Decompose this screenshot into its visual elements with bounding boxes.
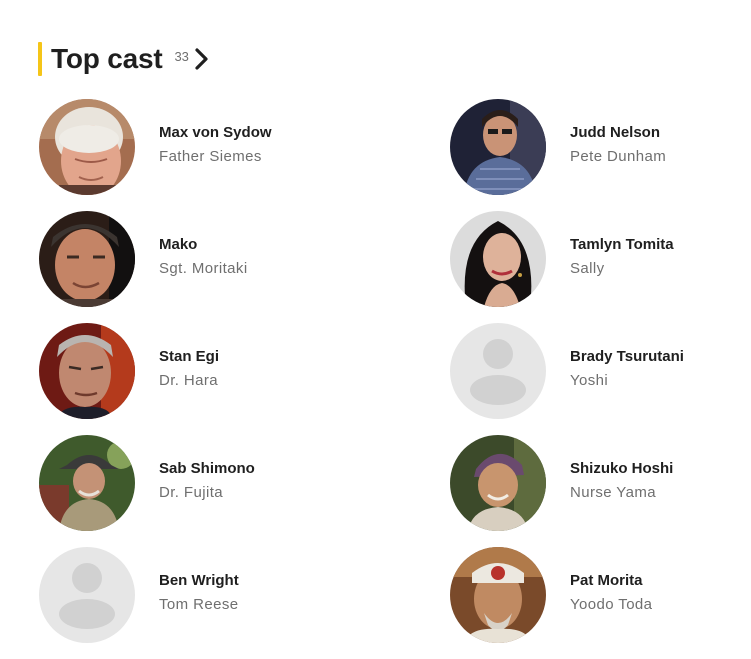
cast-card: Mako Sgt. Moritaki [39,211,450,307]
cast-grid: Max von Sydow Father Siemes Judd Nelson … [39,99,729,659]
section-title[interactable]: Top cast [51,42,163,76]
character-name[interactable]: Yoshi [570,371,684,391]
character-name[interactable]: Father Siemes [159,147,272,167]
cast-photo-tamlyn-tomita[interactable] [450,211,546,307]
actor-name[interactable]: Stan Egi [159,347,219,367]
cast-card: Pat Morita Yoodo Toda [450,547,729,643]
character-name[interactable]: Sgt. Moritaki [159,259,248,279]
cast-photo-judd-nelson[interactable] [450,99,546,195]
cast-info: Ben Wright Tom Reese [159,547,239,615]
cast-info: Stan Egi Dr. Hara [159,323,219,391]
cast-photo-shizuko-hoshi[interactable] [450,435,546,531]
actor-name[interactable]: Ben Wright [159,571,239,591]
cast-card: Tamlyn Tomita Sally [450,211,729,307]
chevron-right-icon[interactable] [192,47,212,71]
cast-info: Tamlyn Tomita Sally [570,211,674,279]
actor-name[interactable]: Sab Shimono [159,459,255,479]
actor-name[interactable]: Max von Sydow [159,123,272,143]
character-name[interactable]: Pete Dunham [570,147,666,167]
actor-name[interactable]: Shizuko Hoshi [570,459,673,479]
cast-card: Stan Egi Dr. Hara [39,323,450,419]
actor-name[interactable]: Tamlyn Tomita [570,235,674,255]
actor-name[interactable]: Mako [159,235,248,255]
cast-card: Max von Sydow Father Siemes [39,99,450,195]
actor-name[interactable]: Brady Tsurutani [570,347,684,367]
actor-name[interactable]: Judd Nelson [570,123,666,143]
character-name[interactable]: Yoodo Toda [570,595,652,615]
placeholder-person-icon[interactable] [450,323,546,419]
cast-photo-pat-morita[interactable] [450,547,546,643]
cast-info: Pat Morita Yoodo Toda [570,547,652,615]
character-name[interactable]: Dr. Fujita [159,483,255,503]
character-name[interactable]: Tom Reese [159,595,239,615]
cast-photo-stan-egi[interactable] [39,323,135,419]
cast-card: Shizuko Hoshi Nurse Yama [450,435,729,531]
cast-info: Mako Sgt. Moritaki [159,211,248,279]
section-accent-bar [38,42,42,76]
cast-info: Shizuko Hoshi Nurse Yama [570,435,673,503]
character-name[interactable]: Sally [570,259,674,279]
cast-card: Brady Tsurutani Yoshi [450,323,729,419]
top-cast-header: Top cast 33 [38,42,212,76]
cast-info: Judd Nelson Pete Dunham [570,99,666,167]
cast-count: 33 [174,48,189,64]
placeholder-person-icon[interactable] [39,547,135,643]
cast-info: Max von Sydow Father Siemes [159,99,272,167]
cast-card: Ben Wright Tom Reese [39,547,450,643]
cast-info: Brady Tsurutani Yoshi [570,323,684,391]
cast-photo-sab-shimono[interactable] [39,435,135,531]
actor-name[interactable]: Pat Morita [570,571,652,591]
character-name[interactable]: Nurse Yama [570,483,673,503]
cast-card: Sab Shimono Dr. Fujita [39,435,450,531]
cast-photo-max-von-sydow[interactable] [39,99,135,195]
cast-card: Judd Nelson Pete Dunham [450,99,729,195]
cast-info: Sab Shimono Dr. Fujita [159,435,255,503]
character-name[interactable]: Dr. Hara [159,371,219,391]
cast-photo-mako[interactable] [39,211,135,307]
